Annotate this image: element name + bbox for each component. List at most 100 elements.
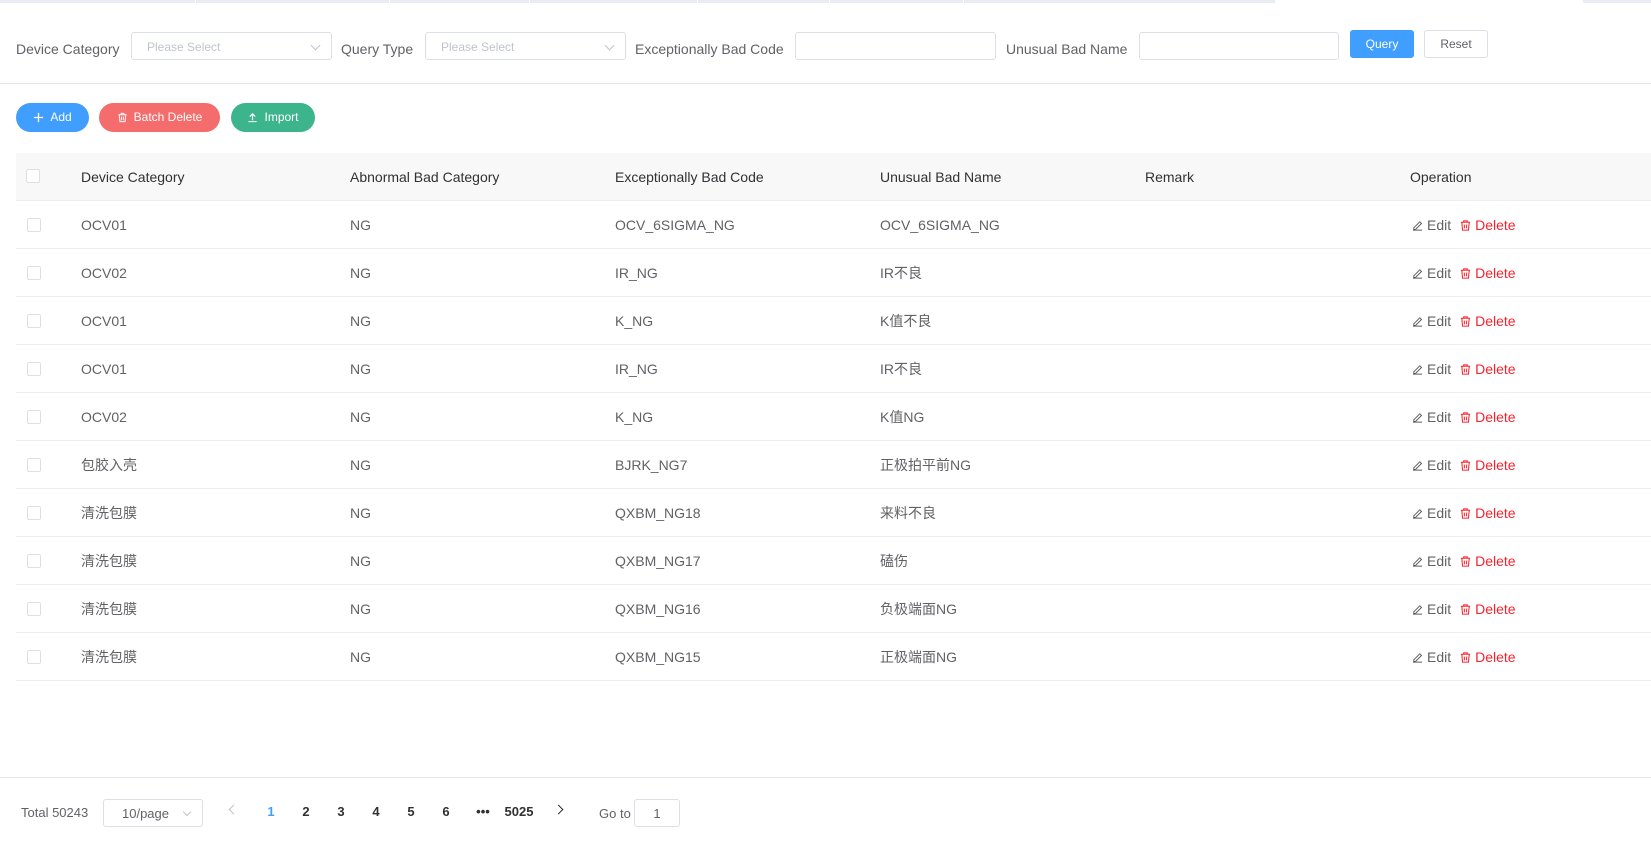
cell-operation: Edit Delete (1411, 297, 1516, 345)
edit-label: Edit (1427, 553, 1452, 569)
cell-device-category: 清洗包膜 (81, 553, 137, 569)
cell-operation: Edit Delete (1411, 633, 1516, 681)
select-all-checkbox[interactable] (26, 169, 40, 183)
query-type-select[interactable]: Please Select (425, 32, 626, 60)
delete-button[interactable]: Delete (1459, 313, 1516, 329)
delete-button[interactable]: Delete (1459, 601, 1516, 617)
delete-button[interactable]: Delete (1459, 361, 1516, 377)
cell-operation: Edit Delete (1411, 537, 1516, 585)
delete-button[interactable]: Delete (1459, 457, 1516, 473)
row-checkbox[interactable] (27, 218, 41, 232)
edit-button[interactable]: Edit (1411, 409, 1451, 425)
table-row: 清洗包膜 NG QXBM_NG17 磕伤 Edit Delete (16, 537, 1651, 585)
delete-icon (1459, 219, 1472, 232)
cell-unusual-bad-name: 负极端面NG (880, 601, 957, 617)
delete-label: Delete (1475, 409, 1516, 425)
edit-button[interactable]: Edit (1411, 505, 1451, 521)
page-size-value: 10/page (122, 806, 169, 821)
cell-exceptionally-bad-code: K_NG (615, 313, 654, 329)
tab-segment[interactable] (196, 0, 390, 3)
cell-device-category: OCV01 (81, 313, 127, 329)
cell-unusual-bad-name: 来料不良 (880, 505, 936, 521)
tab-segment[interactable] (530, 0, 698, 3)
pagination-divider (0, 777, 1651, 778)
tab-segment[interactable] (698, 0, 830, 3)
delete-label: Delete (1475, 361, 1516, 377)
bad-code-label: Exceptionally Bad Code (635, 41, 784, 57)
column-header-device-category: Device Category (81, 169, 185, 185)
delete-button[interactable]: Delete (1459, 217, 1516, 233)
row-checkbox[interactable] (27, 458, 41, 472)
cell-abnormal-bad-category: NG (350, 217, 371, 233)
query-button[interactable]: Query (1350, 30, 1414, 58)
delete-button[interactable]: Delete (1459, 265, 1516, 281)
edit-icon (1411, 555, 1424, 568)
table-row: 清洗包膜 NG QXBM_NG15 正极端面NG Edit Delete (16, 633, 1651, 681)
device-category-label: Device Category (16, 41, 120, 57)
bad-code-input[interactable] (795, 32, 996, 60)
tab-segment[interactable] (964, 0, 1276, 3)
edit-icon (1411, 363, 1424, 376)
device-category-select[interactable]: Please Select (131, 32, 332, 60)
cell-device-category: 清洗包膜 (81, 601, 137, 617)
tab-active[interactable] (1276, 0, 1583, 3)
batch-delete-button[interactable]: Batch Delete (99, 103, 220, 132)
page-number-4[interactable]: 4 (361, 803, 391, 821)
goto-page-input[interactable] (634, 799, 680, 827)
delete-icon (1459, 459, 1472, 472)
cell-abnormal-bad-category: NG (350, 409, 371, 425)
row-checkbox[interactable] (27, 602, 41, 616)
row-checkbox[interactable] (27, 410, 41, 424)
prev-page-icon[interactable] (228, 804, 239, 815)
tab-segment[interactable] (0, 0, 196, 3)
edit-button[interactable]: Edit (1411, 313, 1451, 329)
row-checkbox[interactable] (27, 650, 41, 664)
delete-icon (1459, 411, 1472, 424)
edit-button[interactable]: Edit (1411, 553, 1451, 569)
next-page-icon[interactable] (553, 804, 564, 815)
tab-segment[interactable] (830, 0, 964, 3)
edit-button[interactable]: Edit (1411, 265, 1451, 281)
table-row: 清洗包膜 NG QXBM_NG16 负极端面NG Edit Delete (16, 585, 1651, 633)
tab-segment[interactable] (390, 0, 530, 3)
bad-name-input[interactable] (1139, 32, 1339, 60)
add-button[interactable]: Add (16, 103, 89, 132)
delete-button[interactable]: Delete (1459, 649, 1516, 665)
page-number-6[interactable]: 6 (431, 803, 461, 821)
page-number-1[interactable]: 1 (256, 803, 286, 821)
row-checkbox[interactable] (27, 362, 41, 376)
page-number-2[interactable]: 2 (291, 803, 321, 821)
row-checkbox[interactable] (27, 266, 41, 280)
edit-button[interactable]: Edit (1411, 361, 1451, 377)
cell-device-category: OCV02 (81, 265, 127, 281)
more-pages-icon[interactable]: ••• (473, 803, 493, 821)
cell-abnormal-bad-category: NG (350, 649, 371, 665)
edit-button[interactable]: Edit (1411, 217, 1451, 233)
cell-unusual-bad-name: K值NG (880, 409, 925, 425)
delete-icon (1459, 267, 1472, 280)
delete-button[interactable]: Delete (1459, 505, 1516, 521)
edit-button[interactable]: Edit (1411, 649, 1451, 665)
page-size-select[interactable]: 10/page (103, 799, 203, 827)
row-checkbox[interactable] (27, 314, 41, 328)
delete-button[interactable]: Delete (1459, 553, 1516, 569)
edit-label: Edit (1427, 361, 1452, 377)
cell-abnormal-bad-category: NG (350, 553, 371, 569)
row-checkbox[interactable] (27, 554, 41, 568)
cell-operation: Edit Delete (1411, 441, 1516, 489)
table-row: 包胶入壳 NG BJRK_NG7 正极拍平前NG Edit Delete (16, 441, 1651, 489)
column-header-exceptionally-bad-code: Exceptionally Bad Code (615, 169, 764, 185)
edit-button[interactable]: Edit (1411, 457, 1451, 473)
cell-exceptionally-bad-code: IR_NG (615, 265, 658, 281)
edit-button[interactable]: Edit (1411, 601, 1451, 617)
reset-button[interactable]: Reset (1424, 30, 1488, 58)
add-button-label: Add (50, 110, 72, 124)
page-number-last[interactable]: 5025 (500, 803, 538, 821)
page-number-5[interactable]: 5 (396, 803, 426, 821)
import-button[interactable]: Import (231, 103, 315, 132)
page-number-3[interactable]: 3 (326, 803, 356, 821)
delete-button[interactable]: Delete (1459, 409, 1516, 425)
goto-label: Go to (599, 806, 631, 821)
edit-icon (1411, 603, 1424, 616)
row-checkbox[interactable] (27, 506, 41, 520)
